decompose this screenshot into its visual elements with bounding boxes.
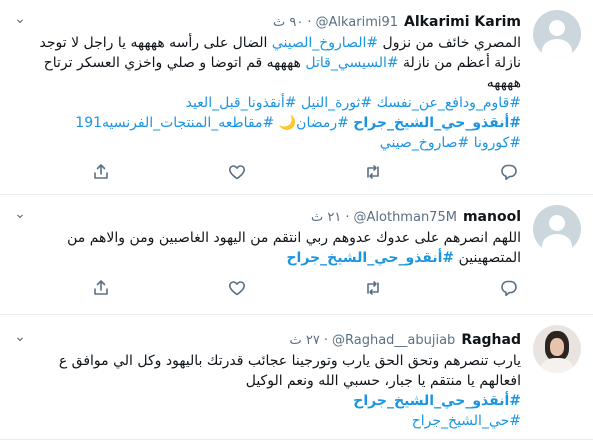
avatar[interactable] [533,10,581,58]
user-name[interactable]: Alkarimi Karim [404,14,521,30]
reply-icon[interactable] [500,163,522,183]
tweet-text-line: اللهم انصرهم على عدوك عدوهم ربي انتقم من… [67,230,521,246]
user-handle[interactable]: @Raghad__abujiab [332,333,455,348]
tweet-header: ٢٧ ث · @Raghad__abujiab Raghad [289,332,522,348]
more-options-icon[interactable]: ⌄ [12,207,28,224]
tweet-actions [0,163,593,183]
user-handle[interactable]: @Alothman75M [354,210,457,225]
reply-icon[interactable] [500,279,522,299]
hashtag-link[interactable]: #ثورة_النيل [301,95,372,111]
heart-icon[interactable] [228,279,250,299]
tweet-feed: ٩٠ ث · @Alkarimi91 Alkarimi Karim ⌄ المصري … [0,0,593,440]
heart-icon[interactable] [228,163,250,183]
tweet-header: ٢١ ث · @Alothman75M manool [311,209,521,225]
hashtag-link[interactable]: #حي_الشيخ_جراح [412,413,521,429]
hashtag-line: #أنقذو_حي_الشيخ_جراح #رمضان🌙 #مقاطعه_الم… [75,113,521,133]
hashtag-link[interactable]: #الصاروخ_الصيني [272,35,378,51]
tweet-header: ٩٠ ث · @Alkarimi91 Alkarimi Karim [273,14,521,30]
tweet-text-line: ههههه [486,75,521,91]
share-icon[interactable] [92,163,114,183]
more-options-icon[interactable]: ⌄ [12,330,28,347]
hashtag-link[interactable]: #أنقذو_حي_الشيخ_جراح [353,115,521,131]
tweet-time[interactable]: ٢٧ ث [290,333,320,348]
tweet-card[interactable]: ٢١ ث · @Alothman75M manool ⌄ اللهم انصرهم ع… [0,195,593,315]
hashtag-link[interactable]: #قاوم_ودافع_عن_نفسك [377,95,521,111]
tweet-card[interactable]: ٢٧ ث · @Raghad__abujiab Raghad ⌄ يارب تنصره… [0,315,593,440]
hashtag-link[interactable]: #كورونا [474,135,521,151]
tweet-text-line: نازلة أعظم من نازلة #السيسي_قاتل ههههه ق… [43,55,521,71]
tweet-time[interactable]: ٢١ ث [311,210,341,225]
retweet-icon[interactable] [364,279,386,299]
hashtag-line: #كورونا #صاروخ_صيني [380,133,521,153]
avatar[interactable] [533,205,581,253]
hashtag-link[interactable]: #أنقذو_حي_الشيخ_جراح [286,250,454,266]
share-icon[interactable] [92,279,114,299]
hashtag-line: #حي_الشيخ_جراح [412,411,521,431]
retweet-icon[interactable] [364,163,386,183]
hashtag-link[interactable]: #أنقذو_حي_الشيخ_جراح [353,393,521,409]
user-handle[interactable]: @Alkarimi91 [316,15,399,30]
tweet-card[interactable]: ٩٠ ث · @Alkarimi91 Alkarimi Karim ⌄ المصري … [0,0,593,195]
tweet-actions [0,279,593,299]
tweet-text-line: المتصهينين #أنقذو_حي_الشيخ_جراح [286,250,521,266]
more-options-icon[interactable]: ⌄ [12,12,28,29]
moon-emoji: 🌙 [278,115,297,131]
hashtag-line: #قاوم_ودافع_عن_نفسك #ثورة_النيل #أنقذونا… [186,93,521,113]
hashtag-link[interactable]: #السيسي_قاتل [305,55,398,71]
user-name[interactable]: Raghad [461,332,521,348]
hashtag-link[interactable]: #مقاطعه_المنتجات_الفرنسيه191 [75,115,274,131]
tweet-text-line: المصري خائف من نزول #الصاروخ_الصيني الضا… [39,35,522,51]
user-name[interactable]: manool [463,209,521,225]
tweet-text-line: افعالهم يا منتقم يا جبار، حسبي الله ونعم… [245,373,521,389]
hashtag-line: #أنقذو_حي_الشيخ_جراح [353,391,521,411]
hashtag-link[interactable]: #صاروخ_صيني [380,135,469,151]
tweet-time[interactable]: ٩٠ ث [273,15,303,30]
avatar[interactable] [533,325,581,373]
tweet-text-line: يارب تنصرهم وتحق الحق يارب وتورجينا عجائ… [58,353,521,369]
hashtag-link[interactable]: #أنقذونا_قبل_العيد [186,95,297,111]
hashtag-link[interactable]: #رمضان [296,115,349,131]
